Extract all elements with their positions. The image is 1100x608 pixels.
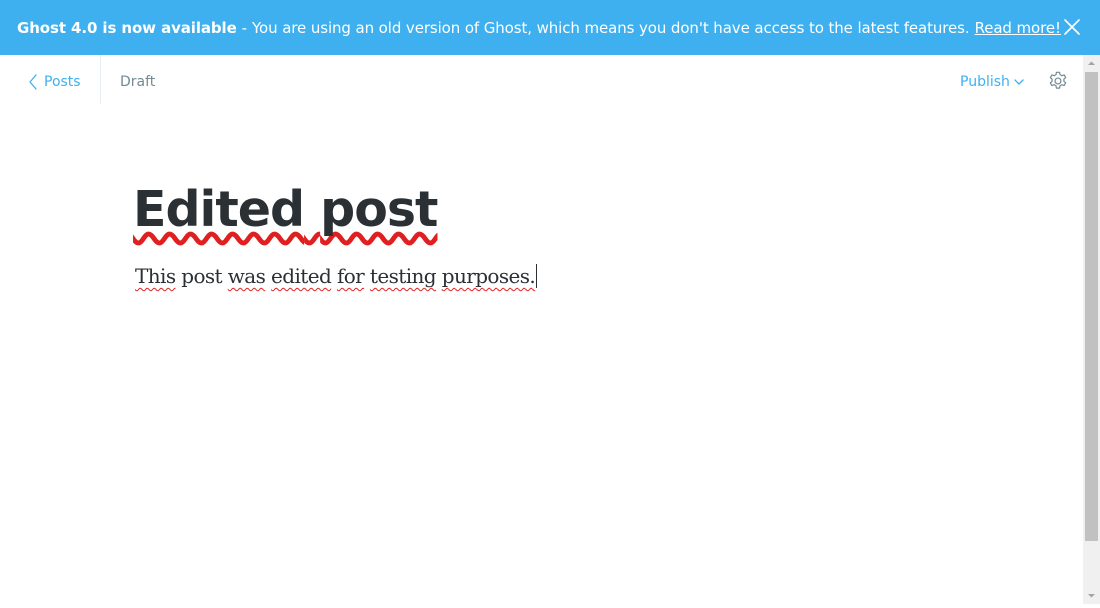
chevron-left-icon xyxy=(29,74,37,90)
publish-label: Publish xyxy=(960,74,1010,90)
chevron-down-icon xyxy=(1014,79,1024,85)
read-more-link[interactable]: Read more! xyxy=(975,19,1061,37)
body-word: edited xyxy=(271,264,332,288)
header-divider xyxy=(100,55,101,104)
scroll-down-arrow-icon[interactable] xyxy=(1083,587,1100,604)
editor-header: Posts Draft Publish xyxy=(0,55,1084,107)
body-word: This xyxy=(135,264,176,288)
update-banner: Ghost 4.0 is now available - You are usi… xyxy=(0,0,1100,55)
close-icon[interactable] xyxy=(1062,17,1082,37)
back-label: Posts xyxy=(44,74,81,90)
gear-icon[interactable] xyxy=(1047,70,1069,92)
banner-headline: Ghost 4.0 is now available xyxy=(17,18,237,37)
text-caret xyxy=(536,264,538,288)
title-word: post xyxy=(320,181,438,238)
body-word: for xyxy=(336,264,365,288)
back-to-posts-link[interactable]: Posts xyxy=(28,72,81,92)
scroll-up-arrow-icon[interactable] xyxy=(1083,55,1100,72)
body-word: purposes. xyxy=(441,264,536,288)
body-word: post xyxy=(181,264,222,288)
banner-separator: - xyxy=(241,18,247,37)
publish-button[interactable]: Publish xyxy=(960,72,1024,92)
banner-message: You are using an old version of Ghost, w… xyxy=(251,18,970,37)
post-status: Draft xyxy=(120,74,156,90)
post-body[interactable]: This post was edited for testing purpose… xyxy=(135,262,538,290)
title-word: Edited xyxy=(133,181,305,238)
post-title[interactable]: Edited post xyxy=(133,178,438,242)
vertical-scrollbar[interactable] xyxy=(1083,55,1100,604)
scrollbar-thumb[interactable] xyxy=(1085,72,1098,541)
body-word: was xyxy=(227,264,266,288)
body-word: testing xyxy=(369,264,437,288)
